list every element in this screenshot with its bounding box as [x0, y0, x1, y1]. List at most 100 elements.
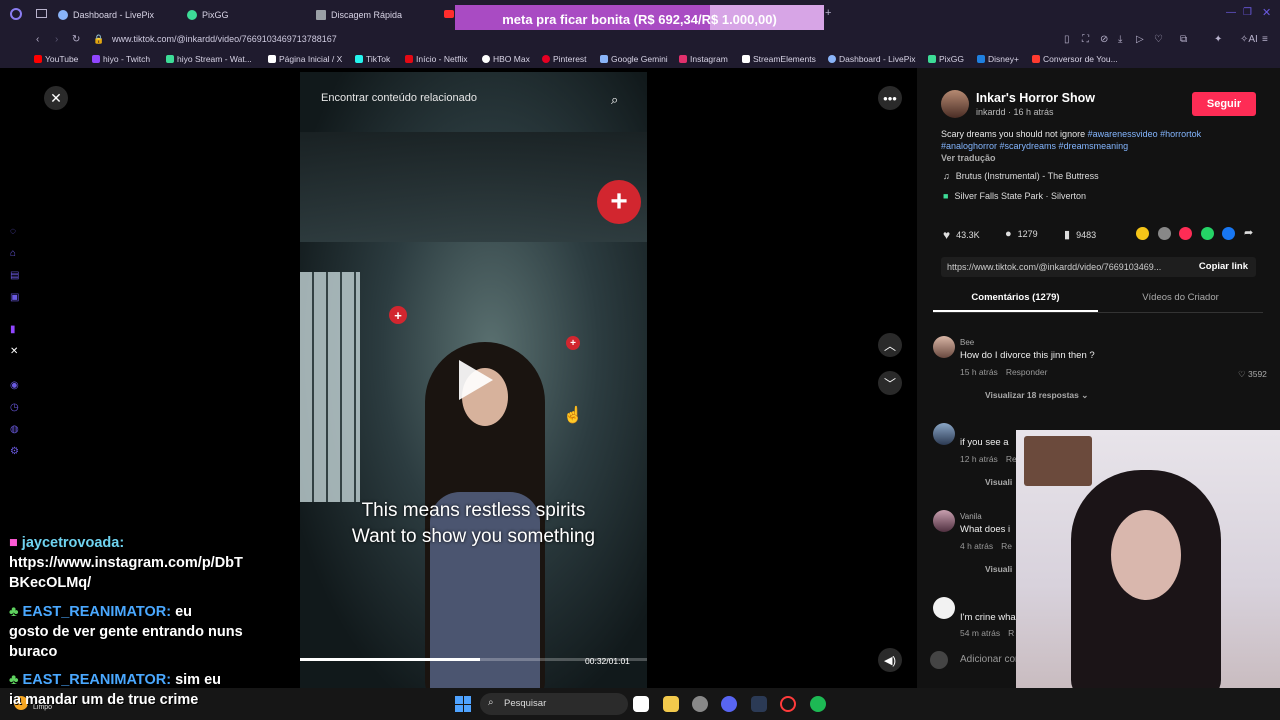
- tab-dashboard-livepix[interactable]: Dashboard - LivePix: [58, 7, 154, 23]
- browser-logo-icon[interactable]: [10, 8, 22, 20]
- discord-icon[interactable]: [721, 696, 737, 712]
- related-search-input[interactable]: Encontrar conteúdo relacionado: [321, 92, 631, 108]
- tab-creator-videos[interactable]: Vídeos do Criador: [1098, 292, 1263, 303]
- location-link[interactable]: ■ Silver Falls State Park · Silverton: [943, 191, 1086, 201]
- bookmark-hbo[interactable]: HBO Max: [482, 54, 530, 64]
- ai-icon[interactable]: ✧AI: [1240, 34, 1258, 45]
- repost-icon[interactable]: [1136, 227, 1149, 240]
- file-explorer-icon[interactable]: [663, 696, 679, 712]
- tab-manager-icon[interactable]: [36, 9, 47, 18]
- bookmark-gemini[interactable]: Google Gemini: [600, 54, 668, 64]
- view-replies-button[interactable]: Visualizar 18 respostas ⌄: [985, 390, 1088, 401]
- reply-button[interactable]: Responder: [1006, 367, 1048, 377]
- close-video-button[interactable]: ✕: [44, 86, 68, 110]
- screenshot-icon[interactable]: ⛶: [1082, 34, 1089, 45]
- taskbar-app-icon[interactable]: [633, 696, 649, 712]
- commenter-avatar[interactable]: [933, 423, 955, 445]
- bookmark-disney[interactable]: Disney+: [977, 54, 1019, 64]
- follow-button[interactable]: Seguir: [1192, 92, 1256, 116]
- play-icon[interactable]: [459, 360, 493, 400]
- comment-username[interactable]: Vanila: [960, 512, 982, 521]
- view-replies-button[interactable]: Visuali: [985, 477, 1012, 487]
- tab-pixgg[interactable]: PixGG: [187, 7, 229, 23]
- menu-icon[interactable]: ≡: [1262, 34, 1268, 45]
- sidebar-x-icon[interactable]: ✕: [10, 346, 18, 357]
- bookmark-pixgg[interactable]: PixGG: [928, 54, 964, 64]
- bookmark-youtube[interactable]: YouTube: [34, 54, 78, 64]
- sidebar-chat-icon[interactable]: ◍: [10, 424, 19, 435]
- comment-like-button[interactable]: ♡ 3592: [1238, 369, 1267, 380]
- start-button[interactable]: [455, 696, 471, 712]
- facebook-icon[interactable]: [1222, 227, 1235, 240]
- hashtags[interactable]: #analoghorror #scarydreams #dreamsmeanin…: [941, 141, 1128, 151]
- bookmark-twitch[interactable]: hiyo - Twitch: [92, 54, 150, 64]
- search-icon[interactable]: ⌕: [611, 92, 618, 108]
- share-arrow-icon[interactable]: ➦: [1244, 226, 1253, 239]
- bookmark-hiyo-stream[interactable]: hiyo Stream - Wat...: [166, 54, 252, 64]
- back-icon[interactable]: ‹: [36, 34, 39, 45]
- maximize-icon[interactable]: ❐: [1243, 7, 1252, 18]
- next-video-button[interactable]: ﹀: [878, 371, 902, 395]
- sidebar-messenger-icon[interactable]: ▣: [10, 292, 19, 303]
- new-tab-icon[interactable]: +: [825, 7, 831, 19]
- commenter-avatar[interactable]: [933, 597, 955, 619]
- embed-icon[interactable]: [1158, 227, 1171, 240]
- youtube-tab-icon[interactable]: [444, 10, 454, 18]
- close-window-icon[interactable]: ✕: [1262, 6, 1271, 19]
- reload-icon[interactable]: ↻: [72, 34, 80, 45]
- reply-button[interactable]: R: [1008, 628, 1014, 638]
- reply-button[interactable]: Re: [1001, 541, 1012, 551]
- heart-icon[interactable]: ♡: [1154, 34, 1163, 45]
- post-link[interactable]: https://www.tiktok.com/@inkardd/video/76…: [947, 262, 1187, 272]
- taskbar-app-icon[interactable]: [692, 696, 708, 712]
- author-name[interactable]: Inkar's Horror Show: [976, 91, 1095, 105]
- view-replies-button[interactable]: Visuali: [985, 564, 1012, 574]
- music-link[interactable]: ♫ Brutus (Instrumental) - The Buttress: [943, 171, 1099, 181]
- like-button[interactable]: ♥ 43.3K: [943, 228, 980, 242]
- taskbar-search[interactable]: ⌕ Pesquisar: [480, 693, 628, 715]
- author-avatar[interactable]: [941, 90, 969, 118]
- url-field[interactable]: www.tiktok.com/@inkardd/video/7669103469…: [112, 34, 337, 44]
- commenter-avatar[interactable]: [933, 510, 955, 532]
- whatsapp-icon[interactable]: [1201, 227, 1214, 240]
- bookmark-netflix[interactable]: Início - Netflix: [405, 54, 468, 64]
- bookmark-x[interactable]: Página Inicial / X: [268, 54, 342, 64]
- hashtags[interactable]: #awarenessvideo #horrortok: [1088, 129, 1202, 139]
- bookmark-pinterest[interactable]: Pinterest: [542, 54, 587, 64]
- bookmark-streamelements[interactable]: StreamElements: [742, 54, 816, 64]
- sidebar-player-icon[interactable]: ◉: [10, 380, 19, 391]
- sidebar-shopping-icon[interactable]: ⌂: [10, 248, 16, 259]
- spotify-icon[interactable]: [810, 696, 826, 712]
- extensions-icon[interactable]: ⧉: [1180, 34, 1187, 45]
- media-play-icon[interactable]: ▷: [1136, 34, 1144, 45]
- bookmark-icon[interactable]: ▯: [1064, 34, 1070, 45]
- taskbar-app-icon[interactable]: [751, 696, 767, 712]
- opera-gx-icon[interactable]: [780, 696, 796, 712]
- bookmark-livepix[interactable]: Dashboard - LivePix: [828, 54, 916, 64]
- tab-comments[interactable]: Comentários (1279): [933, 292, 1098, 303]
- commenter-avatar[interactable]: [933, 336, 955, 358]
- comment-button[interactable]: ● 1279: [1005, 228, 1038, 240]
- sidebar-history-icon[interactable]: ◷: [10, 402, 19, 413]
- sidebar-notes-icon[interactable]: ▤: [10, 270, 19, 281]
- puzzle-icon[interactable]: ✦: [1214, 34, 1222, 45]
- sidebar-assistant-icon[interactable]: ◌: [10, 226, 16, 237]
- bookmark-conversor[interactable]: Conversor de You...: [1032, 54, 1118, 64]
- minimize-icon[interactable]: —: [1226, 7, 1236, 18]
- comment-username[interactable]: Bee: [960, 338, 974, 347]
- download-icon[interactable]: ⤓: [1118, 34, 1122, 45]
- adblock-icon[interactable]: ⊘: [1100, 34, 1108, 45]
- volume-button[interactable]: ◀): [878, 648, 902, 672]
- tab-discagem-rapida[interactable]: Discagem Rápida: [316, 7, 402, 23]
- bookmark-tiktok[interactable]: TikTok: [355, 54, 390, 64]
- bookmark-instagram[interactable]: Instagram: [679, 54, 728, 64]
- previous-video-button[interactable]: ︿: [878, 333, 902, 357]
- sidebar-twitch-icon[interactable]: ▮: [10, 324, 16, 335]
- more-options-button[interactable]: •••: [878, 86, 902, 110]
- see-translation-link[interactable]: Ver tradução: [941, 153, 996, 163]
- forward-icon[interactable]: ›: [55, 34, 58, 45]
- send-icon[interactable]: [1179, 227, 1192, 240]
- copy-link-button[interactable]: Copiar link: [1199, 261, 1248, 272]
- sidebar-settings-icon[interactable]: ⚙: [10, 446, 19, 457]
- save-button[interactable]: ▮ 9483: [1064, 228, 1096, 241]
